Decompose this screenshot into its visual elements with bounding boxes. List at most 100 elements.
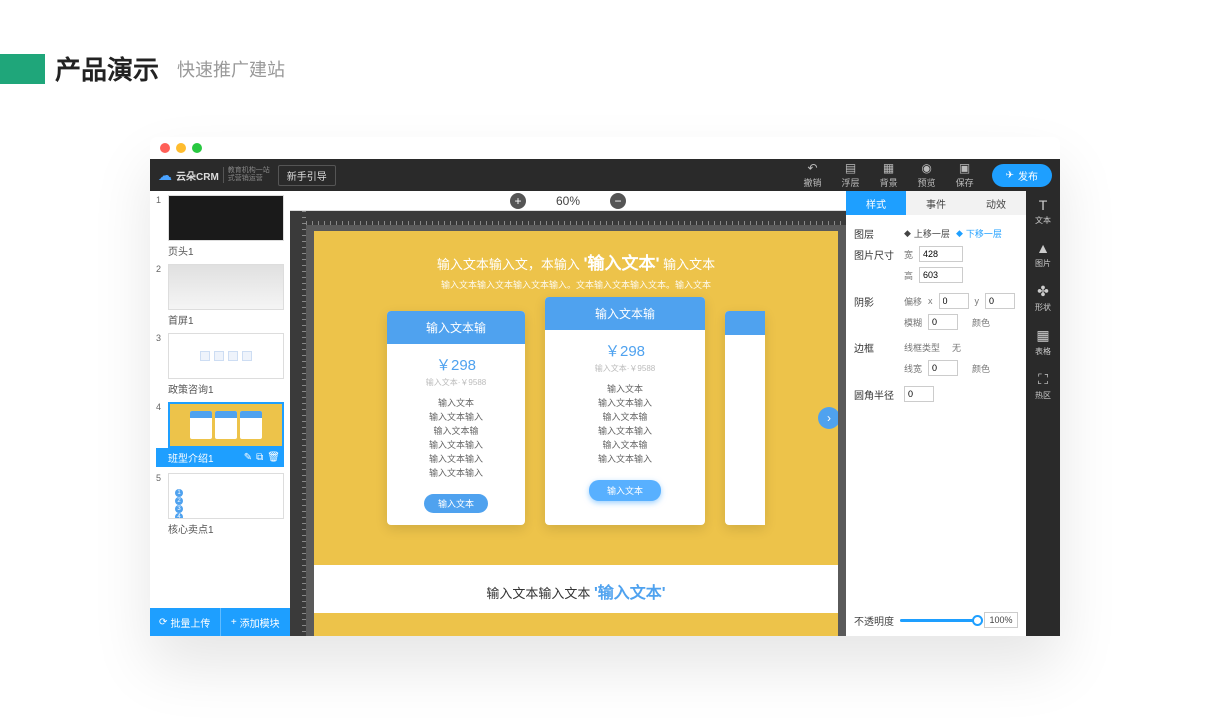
- image-icon: ▲: [1036, 240, 1050, 256]
- hero-text[interactable]: 输入文本输入文，本输入 '输入文本' 输入文本 输入文本输入文本输入文本输入。文…: [314, 231, 838, 301]
- radius-input[interactable]: [904, 386, 934, 402]
- border-label: 边框: [854, 340, 898, 355]
- section-thumb[interactable]: 51234 核心卖点1: [156, 473, 284, 536]
- close-icon[interactable]: [160, 143, 170, 153]
- batch-upload-button[interactable]: ⟳批量上传: [150, 608, 221, 636]
- section-thumb[interactable]: 1 页头1: [156, 195, 284, 258]
- tool-image[interactable]: ▲图片: [1035, 240, 1051, 269]
- ruler-horizontal: [306, 211, 846, 225]
- layers-icon: ▤: [845, 161, 856, 175]
- thumb-preview: [168, 402, 284, 448]
- price-card-partial[interactable]: [725, 311, 765, 525]
- background-button[interactable]: ▦背景: [880, 161, 898, 189]
- layer-up-icon: ◆: [904, 228, 911, 239]
- linetype-value[interactable]: 无: [952, 341, 961, 354]
- height-input[interactable]: [919, 267, 963, 283]
- price-card-featured[interactable]: 输入文本输 ￥298 输入文本·￥9588 输入文本 输入文本输入 输入文本输 …: [545, 297, 705, 525]
- card-button[interactable]: 输入文本: [589, 480, 661, 501]
- sections-panel: 1 页头1 2 首屏1 3 政策咨询1 4 班型介绍1✎⧉🗑 班型介绍1: [150, 191, 290, 636]
- cloud-icon: ☁: [158, 167, 172, 184]
- tab-event[interactable]: 事件: [906, 191, 966, 215]
- shape-icon: ✤: [1037, 283, 1049, 300]
- footer-text[interactable]: 输入文本输入文本 '输入文本': [314, 565, 838, 613]
- blur-input[interactable]: [928, 314, 958, 330]
- properties-panel: 样式 事件 动效 图层 ◆上移一层 ◆下移一层 图片尺寸 宽 高: [846, 191, 1026, 636]
- opacity-label: 不透明度: [854, 613, 894, 628]
- preview-button[interactable]: ◉预览: [918, 161, 936, 189]
- canvas-area: + 60% − 输入文本输入文，本输入 '输入文本' 输入文本 输入文本输入文本…: [290, 191, 846, 636]
- zoom-out-button[interactable]: −: [610, 193, 626, 209]
- design-canvas[interactable]: 输入文本输入文，本输入 '输入文本' 输入文本 输入文本输入文本输入文本输入。文…: [314, 231, 838, 636]
- save-button[interactable]: ▣保存: [956, 161, 974, 189]
- shadow-x-input[interactable]: [939, 293, 969, 309]
- opacity-slider[interactable]: [900, 619, 978, 622]
- send-icon: ✈: [1006, 170, 1014, 181]
- plus-icon: +: [231, 617, 237, 628]
- opacity-value: 100%: [984, 612, 1018, 628]
- guide-button[interactable]: 新手引导: [278, 165, 336, 186]
- price-card[interactable]: 输入文本输 ￥298 输入文本·￥9588 输入文本 输入文本输入 输入文本输 …: [387, 311, 525, 525]
- tool-table[interactable]: ▦表格: [1035, 327, 1051, 357]
- layer-label: 图层: [854, 226, 898, 241]
- size-label: 图片尺寸: [854, 247, 898, 262]
- zoom-level: 60%: [556, 194, 580, 208]
- add-module-button[interactable]: +添加模块: [221, 608, 291, 636]
- delete-icon[interactable]: 🗑: [267, 452, 280, 463]
- logo: ☁ 云朵CRM 教育机构一站 式营销运营: [158, 167, 270, 184]
- page-title: 产品演示: [55, 50, 159, 87]
- tool-shape[interactable]: ✤形状: [1035, 283, 1051, 313]
- thumb-preview: [168, 195, 284, 241]
- layer-up-button[interactable]: ◆上移一层: [904, 227, 950, 240]
- logo-sub: 教育机构一站 式营销运营: [223, 167, 270, 183]
- section-thumb[interactable]: 2 首屏1: [156, 264, 284, 327]
- thumb-label: 政策咨询1: [168, 381, 284, 396]
- linewidth-input[interactable]: [928, 360, 958, 376]
- layer-down-button[interactable]: ◆下移一层: [956, 227, 1002, 240]
- top-toolbar: ☁ 云朵CRM 教育机构一站 式营销运营 新手引导 ↶撤销 ▤浮层 ▦背景 ◉预…: [150, 159, 1060, 191]
- zoom-in-button[interactable]: +: [510, 193, 526, 209]
- thumb-label: 首屏1: [168, 312, 284, 327]
- undo-button[interactable]: ↶撤销: [804, 161, 822, 189]
- page-subtitle: 快速推广建站: [177, 56, 285, 82]
- window-controls: [150, 137, 1060, 159]
- image-icon: ▦: [883, 161, 894, 175]
- shadow-y-input[interactable]: [985, 293, 1015, 309]
- save-icon: ▣: [959, 161, 970, 175]
- grid-icon: ▦: [1036, 327, 1049, 344]
- publish-button[interactable]: ✈发布: [992, 164, 1052, 187]
- tool-text[interactable]: T文本: [1035, 197, 1051, 226]
- thumb-preview: 1234: [168, 473, 284, 519]
- expand-icon: ⛶: [1038, 371, 1048, 388]
- ruler-vertical: [290, 211, 306, 636]
- zoom-bar: + 60% −: [290, 191, 846, 211]
- width-input[interactable]: [919, 246, 963, 262]
- float-button[interactable]: ▤浮层: [842, 161, 860, 189]
- undo-icon: ↶: [808, 161, 818, 175]
- thumb-label: 页头1: [168, 243, 284, 258]
- radius-label: 圆角半径: [854, 387, 898, 402]
- thumb-label: 核心卖点1: [168, 521, 284, 536]
- eye-icon: ◉: [921, 161, 931, 175]
- accent-block: [0, 54, 45, 84]
- section-thumb[interactable]: 3 政策咨询1: [156, 333, 284, 396]
- app-window: ☁ 云朵CRM 教育机构一站 式营销运营 新手引导 ↶撤销 ▤浮层 ▦背景 ◉预…: [150, 137, 1060, 636]
- card-button[interactable]: 输入文本: [424, 494, 488, 513]
- refresh-icon: ⟳: [159, 617, 167, 628]
- edit-icon[interactable]: ✎: [244, 452, 252, 463]
- tool-hotzone[interactable]: ⛶热区: [1035, 371, 1051, 401]
- shadow-label: 阴影: [854, 294, 898, 309]
- logo-text: 云朵CRM: [176, 168, 219, 183]
- tool-strip: T文本 ▲图片 ✤形状 ▦表格 ⛶热区: [1026, 191, 1060, 636]
- copy-icon[interactable]: ⧉: [256, 452, 263, 463]
- maximize-icon[interactable]: [192, 143, 202, 153]
- minimize-icon[interactable]: [176, 143, 186, 153]
- layer-down-icon: ◆: [956, 228, 963, 239]
- section-thumb-active[interactable]: 4 班型介绍1✎⧉🗑 班型介绍1: [156, 402, 284, 467]
- chevron-right-icon[interactable]: ›: [818, 407, 838, 429]
- text-icon: T: [1039, 197, 1048, 213]
- tab-animation[interactable]: 动效: [966, 191, 1026, 215]
- thumb-preview: [168, 264, 284, 310]
- thumb-label: 班型介绍1: [168, 450, 214, 465]
- thumb-preview: [168, 333, 284, 379]
- tab-style[interactable]: 样式: [846, 191, 906, 215]
